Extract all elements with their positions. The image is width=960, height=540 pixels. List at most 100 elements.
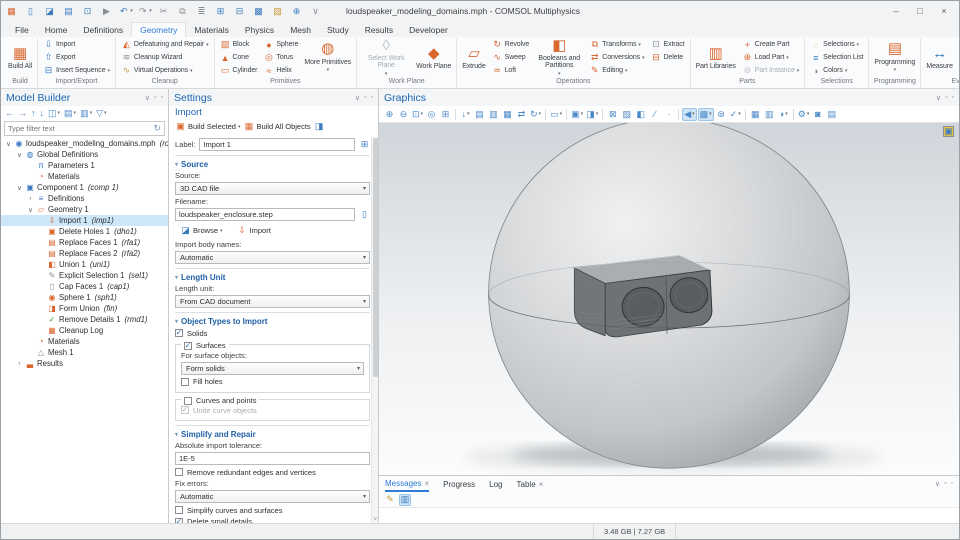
build-all-objects-button[interactable]: ▦Build All Objects	[243, 121, 310, 132]
tab-physics[interactable]: Physics	[237, 23, 282, 37]
panel-detach-icon[interactable]: ▫	[364, 94, 366, 102]
update-cad-icon[interactable]: ◨	[314, 121, 325, 132]
close-tab-icon[interactable]: ×	[424, 479, 429, 488]
select-mode-icon[interactable]: ▣	[570, 108, 584, 121]
zoom-in-icon[interactable]: ⊕	[383, 108, 396, 121]
tree-item-explicit-selection-1[interactable]: ✎Explicit Selection 1(sel1)	[1, 270, 168, 281]
run-icon[interactable]: ▶	[100, 5, 113, 18]
panel-detach-icon[interactable]: ▫	[944, 480, 946, 488]
tree-item-definitions[interactable]: ›≡Definitions	[1, 193, 168, 204]
label-input[interactable]	[199, 138, 355, 151]
for-surface-objects-select[interactable]: Form solids	[181, 362, 364, 375]
scrollbar-down-icon[interactable]: ∨	[372, 516, 379, 522]
compact-history-icon[interactable]: ▨	[271, 5, 284, 18]
delete-small-details-checkbox[interactable]: Delete small details	[175, 517, 370, 523]
tree-item-form-union[interactable]: ◨Form Union(fin)	[1, 303, 168, 314]
color-legend-icon[interactable]: ▥	[763, 108, 776, 121]
extrude-button[interactable]: ▱Extrude	[460, 45, 487, 71]
select-points-icon[interactable]: ∙	[662, 108, 675, 121]
new-file-icon[interactable]: ▯	[24, 5, 37, 18]
extract-button[interactable]: ⊡Extract	[648, 39, 686, 50]
select-edges-icon[interactable]: ∕	[648, 108, 661, 121]
tree-item-delete-holes-1[interactable]: ▣Delete Holes 1(dho1)	[1, 226, 168, 237]
view-zx-icon[interactable]: ▦	[501, 108, 514, 121]
plot-settings-icon[interactable]: ⚙	[797, 108, 811, 121]
revolve-button[interactable]: ↻Revolve	[490, 39, 532, 50]
paste-icon[interactable]: ≣	[195, 5, 208, 18]
browse-button[interactable]: ◪Browse	[175, 223, 228, 238]
move-down-icon[interactable]: ↓	[40, 108, 45, 118]
save-icon[interactable]: ▤	[62, 5, 75, 18]
tree-item-component-1[interactable]: ∨▣Component 1(comp 1)	[1, 182, 168, 193]
redo-icon[interactable]: ↷	[138, 5, 151, 18]
export-button[interactable]: ⇧Export	[41, 52, 112, 63]
tree-item-cap-faces-1[interactable]: ▯Cap Faces 1(cap1)	[1, 281, 168, 292]
part-libraries-button[interactable]: ▥Part Libraries	[694, 45, 738, 71]
view-xy-icon[interactable]: ▤	[473, 108, 486, 121]
conversions-button[interactable]: ⇄Conversions	[587, 52, 646, 63]
zoom-out-icon[interactable]: ⊖	[397, 108, 410, 121]
minimize-icon[interactable]: –	[885, 3, 907, 19]
print-icon[interactable]: ▤	[825, 108, 838, 121]
part-instance-button[interactable]: ⊚Part Instance	[740, 65, 801, 76]
tree-item-geometry-1[interactable]: ∨▱Geometry 1	[1, 204, 168, 215]
rotate-view-icon[interactable]: ↻	[529, 108, 542, 121]
panel-collapse-icon[interactable]: ∨	[145, 94, 150, 102]
colors-button[interactable]: ◑Colors	[808, 65, 865, 76]
open-file-icon[interactable]: ◪	[43, 5, 56, 18]
panel-detach-icon[interactable]: ▫	[154, 94, 156, 102]
select-boundaries-icon[interactable]: ◧	[634, 108, 647, 121]
close-tab-icon[interactable]: ×	[539, 480, 544, 489]
clear-messages-icon[interactable]: ✎	[384, 494, 396, 506]
section-length-unit[interactable]: Length Unit	[175, 268, 370, 282]
create-part-button[interactable]: +Create Part	[740, 39, 801, 50]
find-icon[interactable]: ⊕	[290, 5, 303, 18]
tree-item-materials[interactable]: ◔Materials	[1, 336, 168, 347]
go-to-default-view-icon[interactable]: ◎	[425, 108, 438, 121]
mesh-overlay-icon[interactable]: ▦	[749, 108, 762, 121]
select-objects-icon[interactable]: ⊠	[606, 108, 619, 121]
tree-item-materials-global[interactable]: ◔Materials	[1, 171, 168, 182]
panel-pin-icon[interactable]: ◦	[161, 94, 163, 102]
virtual-operations-button[interactable]: ∿Virtual Operations	[119, 65, 211, 76]
graphics-context-icon[interactable]: ▣	[943, 126, 954, 137]
panel-pin-icon[interactable]: ◦	[951, 480, 953, 488]
remove-redundant-checkbox[interactable]: Remove redundant edges and vertices	[175, 468, 370, 477]
import-body-names-select[interactable]: Automatic	[175, 251, 370, 264]
flip-view-icon[interactable]: ⇄	[515, 108, 528, 121]
sweep-button[interactable]: ∿Sweep	[490, 52, 532, 63]
tab-geometry[interactable]: Geometry	[131, 22, 186, 37]
close-icon[interactable]: ×	[933, 3, 955, 19]
environment-icon[interactable]: ⊚	[715, 108, 728, 121]
forward-icon[interactable]: →	[18, 108, 27, 118]
tree-item-replace-faces-1[interactable]: ▤Replace Faces 1(rfa1)	[1, 237, 168, 248]
programming-button[interactable]: ▤Programming	[872, 41, 917, 75]
tab-developer[interactable]: Developer	[401, 23, 456, 37]
tree-filter-input[interactable]	[5, 124, 150, 133]
delete-button[interactable]: ⊟Delete	[648, 52, 686, 63]
tab-materials[interactable]: Materials	[186, 23, 236, 37]
tree-item-mesh-1[interactable]: △Mesh 1	[1, 347, 168, 358]
qat-menu-icon[interactable]: ∨	[309, 5, 322, 18]
import-file-button[interactable]: ⇩Import	[232, 223, 276, 238]
tree-item-union-1[interactable]: ◧Union 1(uni1)	[1, 259, 168, 270]
tab-messages[interactable]: Messages×	[385, 476, 429, 492]
panel-collapse-icon[interactable]: ∨	[936, 94, 941, 102]
tree-item-global-definitions[interactable]: ∨◍Global Definitions	[1, 149, 168, 160]
selection-list-button[interactable]: ≡Selection List	[808, 52, 865, 63]
clip-planes-icon[interactable]: ✓	[729, 108, 742, 121]
settings-scrollbar[interactable]: ∨	[371, 137, 378, 523]
helix-button[interactable]: ≈Helix	[261, 65, 300, 76]
tab-home[interactable]: Home	[37, 23, 76, 37]
tab-file[interactable]: File	[7, 23, 37, 37]
absolute-import-tolerance-input[interactable]	[175, 452, 370, 465]
panel-collapse-icon[interactable]: ∨	[355, 94, 360, 102]
copy-icon[interactable]: ⧉	[176, 5, 189, 18]
fix-errors-select[interactable]: Automatic	[175, 490, 370, 503]
view-yz-icon[interactable]: ▥	[487, 108, 500, 121]
maximize-icon[interactable]: □	[909, 3, 931, 19]
sphere-button[interactable]: ●Sphere	[261, 39, 300, 50]
measurements-button[interactable]: πMeasurements	[957, 41, 959, 75]
tab-progress[interactable]: Progress	[443, 476, 475, 492]
simplify-curves-checkbox[interactable]: Simplify curves and surfaces	[175, 506, 370, 515]
